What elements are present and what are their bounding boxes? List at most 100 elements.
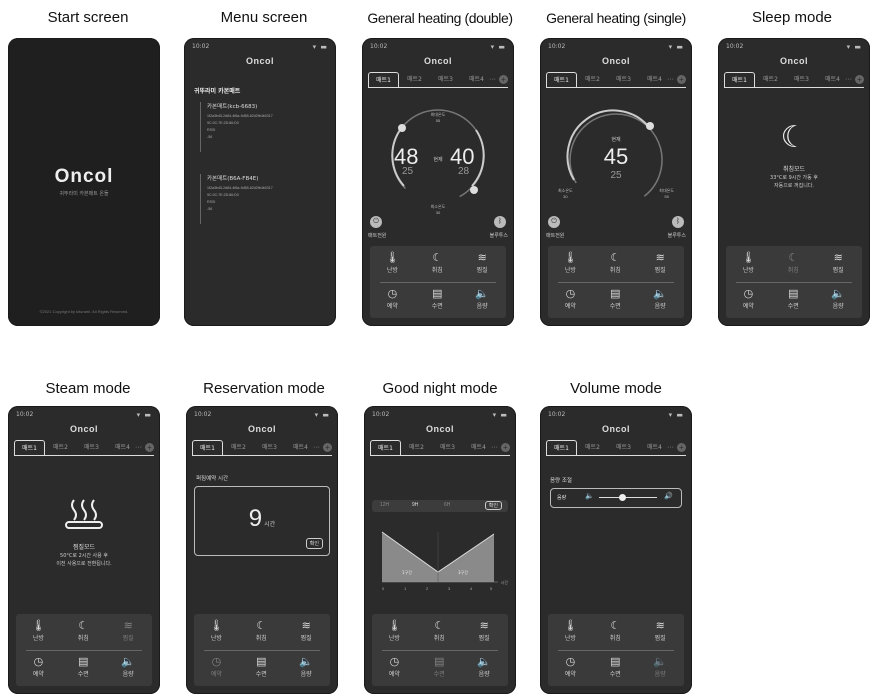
reservation-button[interactable]: ◷ 예약	[548, 282, 593, 318]
tab-mat3[interactable]: 매트3	[254, 440, 285, 456]
add-mat-icon[interactable]: +	[855, 75, 864, 84]
power-icon[interactable]: ⏻	[370, 216, 382, 228]
reservation-hours-value[interactable]: 9 시간	[195, 505, 329, 533]
tab-mat3[interactable]: 매트3	[608, 440, 639, 456]
more-icon[interactable]: ···	[491, 440, 498, 456]
device-item[interactable]: 카본매트(kcb-6683) 1f2a3b45-2d84-4f6a-9d55-6…	[200, 102, 328, 152]
volume-slider-track[interactable]	[599, 494, 657, 501]
steam-button[interactable]: ≋ 찜질	[638, 246, 683, 282]
tab-mat2[interactable]: 매트2	[755, 72, 786, 88]
steam-button[interactable]: ≋ 찜질	[460, 246, 505, 282]
reservation-button[interactable]: ◷ 예약	[370, 282, 415, 318]
heating-button[interactable]: 🌡 난방	[16, 614, 61, 650]
bluetooth-icon[interactable]: ᛒ	[494, 216, 506, 228]
sleep-button[interactable]: ☾ 취침	[239, 614, 284, 650]
tab-mat3[interactable]: 매트3	[432, 440, 463, 456]
dial-handle-bottom-right[interactable]	[470, 186, 478, 194]
goodnight-button[interactable]: ▤ 수면	[415, 282, 460, 318]
tab-mat2[interactable]: 매트2	[577, 72, 608, 88]
goodnight-button[interactable]: ▤ 수면	[417, 650, 462, 686]
tab-mat1[interactable]: 매트1	[14, 440, 45, 456]
speaker-low-icon[interactable]: 🔈	[585, 492, 594, 500]
tab-mat1[interactable]: 매트1	[546, 72, 577, 88]
power-icon[interactable]: ⏻	[548, 216, 560, 228]
volume-button[interactable]: 🔈 음량	[106, 650, 151, 686]
goodnight-button[interactable]: ▤ 수면	[593, 282, 638, 318]
volume-button[interactable]: 🔈 음량	[460, 282, 505, 318]
dial-handle[interactable]	[646, 122, 654, 130]
add-mat-icon[interactable]: +	[499, 75, 508, 84]
tab-mat4[interactable]: 매트4	[463, 440, 494, 456]
steam-button[interactable]: ≋ 찜질	[284, 614, 329, 650]
tab-mat2[interactable]: 매트2	[577, 440, 608, 456]
tab-mat4[interactable]: 매트4	[639, 440, 670, 456]
add-mat-icon[interactable]: +	[501, 443, 510, 452]
volume-button[interactable]: 🔈 음량	[638, 650, 683, 686]
reservation-button[interactable]: ◷ 예약	[548, 650, 593, 686]
more-icon[interactable]: ···	[845, 72, 852, 88]
heating-button[interactable]: 🌡 난방	[726, 246, 771, 282]
tab-mat4[interactable]: 매트4	[639, 72, 670, 88]
volume-button[interactable]: 🔈 음량	[284, 650, 329, 686]
sleep-button[interactable]: ☾ 취침	[593, 246, 638, 282]
reservation-button[interactable]: ◷ 예약	[372, 650, 417, 686]
chip-6h[interactable]: 6H	[444, 502, 450, 508]
volume-button[interactable]: 🔈 음량	[816, 282, 861, 318]
reservation-button[interactable]: ◷ 예약	[194, 650, 239, 686]
more-icon[interactable]: ···	[313, 440, 320, 456]
more-icon[interactable]: ···	[667, 440, 674, 456]
add-mat-icon[interactable]: +	[145, 443, 154, 452]
confirm-button[interactable]: 확인	[484, 501, 502, 510]
heating-button[interactable]: 🌡 난방	[194, 614, 239, 650]
volume-button[interactable]: 🔈 음량	[638, 282, 683, 318]
volume-button[interactable]: 🔈 음량	[462, 650, 507, 686]
tab-mat4[interactable]: 매트4	[107, 440, 138, 456]
heating-button[interactable]: 🌡 난방	[370, 246, 415, 282]
sleep-button[interactable]: ☾ 취침	[417, 614, 462, 650]
tab-mat3[interactable]: 매트3	[76, 440, 107, 456]
tab-mat4[interactable]: 매트4	[461, 72, 492, 88]
chip-12h[interactable]: 12H	[380, 502, 389, 508]
tab-mat2[interactable]: 매트2	[223, 440, 254, 456]
reservation-button[interactable]: ◷ 예약	[16, 650, 61, 686]
goodnight-button[interactable]: ▤ 수면	[771, 282, 816, 318]
steam-button[interactable]: ≋ 찜질	[462, 614, 507, 650]
more-icon[interactable]: ···	[135, 440, 142, 456]
tab-mat3[interactable]: 매트3	[786, 72, 817, 88]
steam-button[interactable]: ≋ 찜질	[816, 246, 861, 282]
speaker-high-icon[interactable]: 🔊	[664, 492, 673, 500]
steam-button[interactable]: ≋ 찜질	[106, 614, 151, 650]
add-mat-icon[interactable]: +	[677, 443, 686, 452]
goodnight-button[interactable]: ▤ 수면	[239, 650, 284, 686]
tab-mat1[interactable]: 매트1	[370, 440, 401, 456]
tab-mat2[interactable]: 매트2	[45, 440, 76, 456]
tab-mat2[interactable]: 매트2	[401, 440, 432, 456]
tab-mat3[interactable]: 매트3	[430, 72, 461, 88]
more-icon[interactable]: ···	[489, 72, 496, 88]
device-item[interactable]: 카본매트(B6A-FB4E) 1f2a3b45-2d84-4f6a-9d55-6…	[200, 174, 328, 224]
tab-mat2[interactable]: 매트2	[399, 72, 430, 88]
goodnight-button[interactable]: ▤ 수면	[61, 650, 106, 686]
tab-mat1[interactable]: 매트1	[724, 72, 755, 88]
sleep-button[interactable]: ☾ 취침	[771, 246, 816, 282]
sleep-button[interactable]: ☾ 취침	[593, 614, 638, 650]
tab-mat1[interactable]: 매트1	[368, 72, 399, 88]
volume-slider-knob[interactable]	[618, 494, 626, 501]
sleep-button[interactable]: ☾ 취침	[415, 246, 460, 282]
tab-mat3[interactable]: 매트3	[608, 72, 639, 88]
tab-mat4[interactable]: 매트4	[285, 440, 316, 456]
tab-mat4[interactable]: 매트4	[817, 72, 848, 88]
tab-mat1[interactable]: 매트1	[546, 440, 577, 456]
bluetooth-icon[interactable]: ᛒ	[672, 216, 684, 228]
reservation-button[interactable]: ◷ 예약	[726, 282, 771, 318]
heating-button[interactable]: 🌡 난방	[548, 614, 593, 650]
confirm-button[interactable]: 확인	[305, 538, 323, 549]
tab-mat1[interactable]: 매트1	[192, 440, 223, 456]
goodnight-button[interactable]: ▤ 수면	[593, 650, 638, 686]
more-icon[interactable]: ···	[667, 72, 674, 88]
add-mat-icon[interactable]: +	[323, 443, 332, 452]
chip-9h[interactable]: 9H	[412, 502, 418, 508]
sleep-button[interactable]: ☾ 취침	[61, 614, 106, 650]
dial-handle-top-left[interactable]	[398, 124, 406, 132]
heating-button[interactable]: 🌡 난방	[372, 614, 417, 650]
